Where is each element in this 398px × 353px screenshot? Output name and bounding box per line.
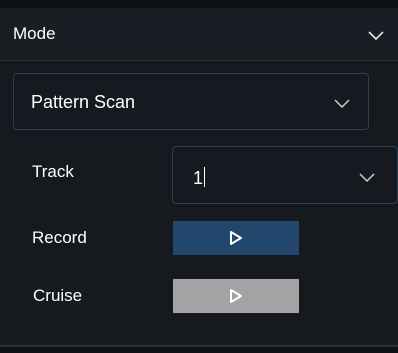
chevron-down-icon (334, 99, 350, 109)
track-value: 1 (193, 167, 206, 188)
play-icon (230, 231, 242, 245)
mode-section-header[interactable]: Mode (0, 8, 398, 61)
mode-title: Mode (13, 24, 56, 43)
chevron-down-icon[interactable] (367, 29, 385, 41)
mode-panel: Mode Pattern Scan Track 1 Record Cruise (0, 0, 398, 353)
record-play-button[interactable] (173, 221, 299, 255)
cruise-play-button[interactable] (173, 279, 299, 313)
text-cursor (204, 167, 206, 188)
track-select[interactable]: 1 (172, 146, 398, 204)
track-label: Track (32, 162, 74, 181)
pattern-mode-value: Pattern Scan (31, 92, 136, 112)
cruise-label: Cruise (33, 286, 83, 305)
chevron-down-icon (359, 173, 375, 183)
pattern-mode-select[interactable]: Pattern Scan (13, 73, 369, 130)
record-label: Record (32, 228, 87, 247)
section-divider (0, 345, 398, 347)
play-icon (230, 289, 242, 303)
